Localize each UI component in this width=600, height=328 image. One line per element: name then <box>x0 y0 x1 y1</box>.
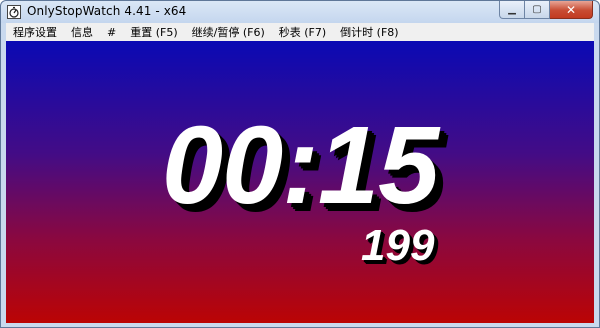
menu-countdown[interactable]: 倒计时 (F8) <box>333 24 405 40</box>
window-title: OnlyStopWatch 4.41 - x64 <box>27 4 187 18</box>
maximize-button[interactable]: ▢ <box>525 1 550 19</box>
milliseconds-display: 199 <box>361 221 435 270</box>
stopwatch-app-icon[interactable] <box>7 5 21 19</box>
minimize-icon: ▁ <box>508 4 516 15</box>
menu-hash[interactable]: # <box>100 26 123 39</box>
time-display: 00:15 <box>161 104 439 227</box>
menu-program-settings[interactable]: 程序设置 <box>6 24 64 40</box>
close-button[interactable]: ✕ <box>550 1 593 19</box>
stopwatch-display[interactable]: 00:15 199 <box>6 41 594 323</box>
maximize-icon: ▢ <box>532 4 542 15</box>
menu-reset[interactable]: 重置 (F5) <box>123 24 184 40</box>
title-bar[interactable]: OnlyStopWatch 4.41 - x64 ▁ ▢ ✕ <box>1 1 599 23</box>
minimize-button[interactable]: ▁ <box>499 1 525 19</box>
menu-continue-pause[interactable]: 继续/暂停 (F6) <box>185 24 272 40</box>
menu-stopwatch[interactable]: 秒表 (F7) <box>272 24 333 40</box>
menu-bar: 程序设置 信息 # 重置 (F5) 继续/暂停 (F6) 秒表 (F7) 倒计时… <box>6 23 594 41</box>
close-icon: ✕ <box>565 2 577 17</box>
menu-info[interactable]: 信息 <box>64 24 100 40</box>
window-controls: ▁ ▢ ✕ <box>499 1 593 19</box>
app-window: OnlyStopWatch 4.41 - x64 ▁ ▢ ✕ 程序设置 信息 #… <box>0 0 600 328</box>
